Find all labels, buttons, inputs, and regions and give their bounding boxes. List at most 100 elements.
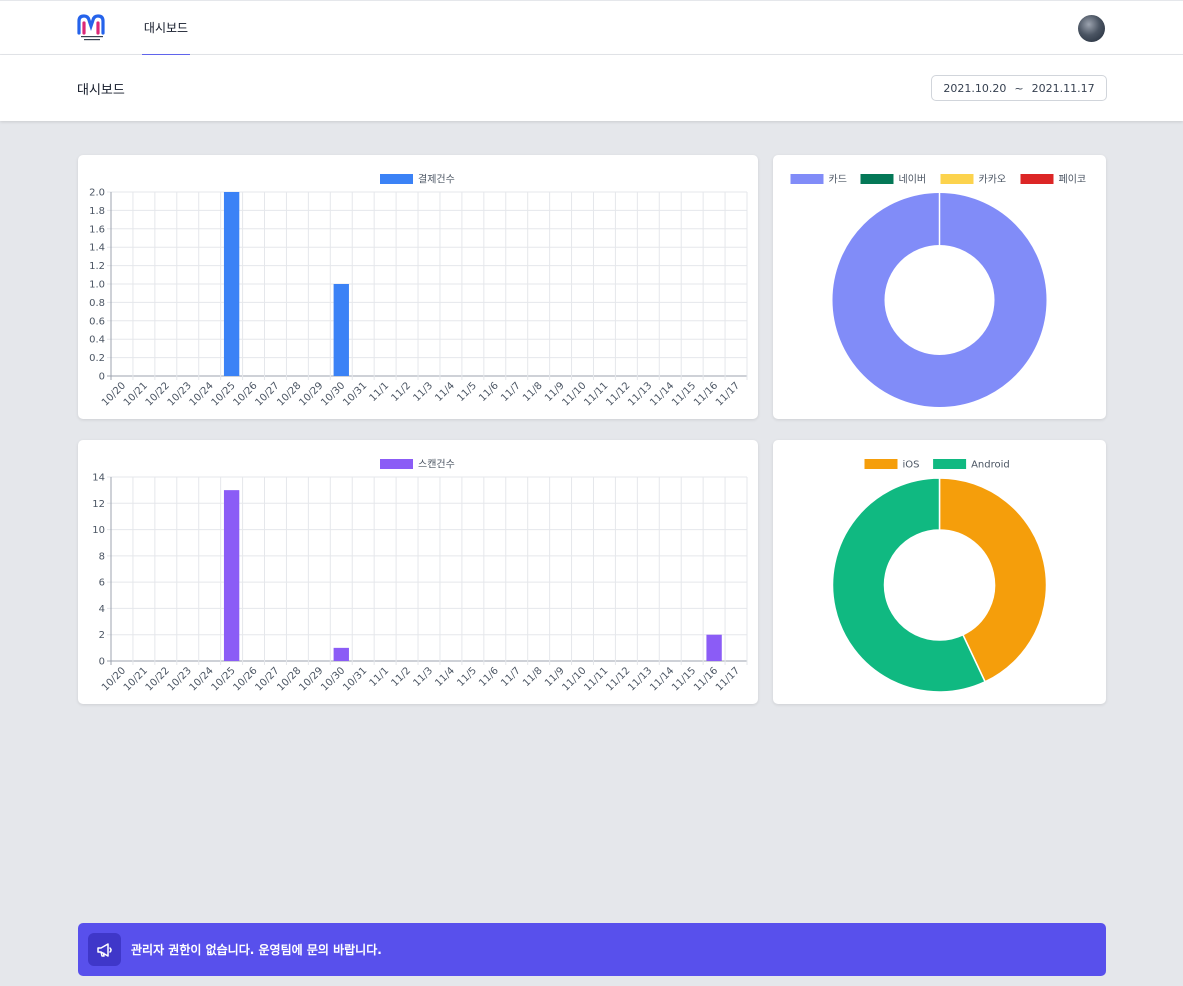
x-tick-label: 10/30 <box>319 380 347 408</box>
x-tick-label: 10/27 <box>253 665 281 693</box>
x-tick-label: 11/17 <box>714 665 742 693</box>
bar <box>223 490 240 661</box>
x-tick-label: 10/23 <box>166 380 194 408</box>
x-tick-label: 11/8 <box>521 380 545 404</box>
x-tick-label: 11/5 <box>455 380 479 404</box>
x-tick-label: 10/23 <box>166 665 194 693</box>
user-avatar-icon[interactable] <box>1078 15 1105 42</box>
x-tick-label: 11/1 <box>368 380 392 404</box>
x-tick-label: 10/25 <box>210 665 238 693</box>
y-tick-label: 0 <box>99 372 105 383</box>
x-tick-label: 10/28 <box>275 665 303 693</box>
x-tick-label: 11/17 <box>714 380 742 408</box>
y-tick-label: 1.0 <box>89 280 105 291</box>
x-tick-label: 10/26 <box>232 380 260 408</box>
y-tick-label: 12 <box>92 499 105 510</box>
bar <box>706 634 722 661</box>
legend-item: 결제건수 <box>380 174 455 186</box>
x-tick-label: 11/2 <box>390 665 414 689</box>
museum-logo-icon[interactable] <box>76 12 110 44</box>
x-tick-label: 11/8 <box>521 665 545 689</box>
x-tick-label: 11/2 <box>390 380 414 404</box>
x-tick-label: 10/26 <box>232 665 260 693</box>
x-tick-label: 11/4 <box>433 380 457 404</box>
date-end: 2021.11.17 <box>1031 81 1095 95</box>
y-tick-label: 1.6 <box>89 224 105 235</box>
nav-tab-dashboard[interactable]: 대시보드 <box>142 1 190 56</box>
x-tick-label: 11/15 <box>670 380 698 408</box>
legend-swatch <box>380 174 413 184</box>
x-tick-label: 11/13 <box>626 380 654 408</box>
x-tick-label: 11/12 <box>604 380 632 408</box>
legend-label: 카드 <box>829 174 847 186</box>
y-tick-label: 0.6 <box>89 316 105 327</box>
payment-count-chart: 결제건수 0 0.2 0.4 0.6 0.8 1.0 1.2 1.4 1.6 1.8 2.0 10/20… <box>89 174 748 409</box>
date-start: 2021.10.20 <box>943 81 1007 95</box>
x-tick-label: 11/3 <box>411 380 435 404</box>
legend-label: iOS <box>903 460 920 471</box>
x-tick-label: 11/11 <box>582 665 610 693</box>
legend-item: 네이버 <box>860 174 927 186</box>
payment-method-chart: 카드 네이버 카카오 페이코 <box>790 174 1087 407</box>
x-tick-label: 11/5 <box>455 665 479 689</box>
bar <box>333 647 349 661</box>
x-tick-label: 10/29 <box>297 380 325 408</box>
legend-label: 카카오 <box>979 174 1007 186</box>
scan-count-chart: 스캔건수 0 2 4 6 8 10 12 14 10/2010/2110/2210/2310/24… <box>92 459 748 694</box>
legend-item: Android <box>933 459 1010 471</box>
y-tick-label: 1.4 <box>89 243 105 254</box>
x-tick-label: 11/14 <box>648 380 676 408</box>
x-tick-label: 11/4 <box>433 665 457 689</box>
x-tick-label: 11/3 <box>411 665 435 689</box>
y-tick-label: 2.0 <box>89 188 105 199</box>
os-share-card: iOS Android <box>773 440 1106 704</box>
os-share-chart: iOS Android <box>831 459 1048 693</box>
x-tick-label: 10/28 <box>275 380 303 408</box>
legend-swatch <box>380 459 413 469</box>
date-separator: ~ <box>1014 81 1024 95</box>
x-tick-label: 11/7 <box>499 665 523 689</box>
x-tick-label: 10/25 <box>210 380 238 408</box>
top-navigation: 대시보드 <box>0 0 1183 56</box>
scan-count-card: 스캔건수 0 2 4 6 8 10 12 14 10/20 10/21 10/22 10/23 10/24… <box>78 440 758 704</box>
legend-swatch <box>1020 174 1054 184</box>
megaphone-icon <box>88 933 121 966</box>
y-tick-label: 0.4 <box>89 335 105 346</box>
x-tick-label: 11/12 <box>604 665 632 693</box>
x-tick-label: 10/27 <box>253 380 281 408</box>
x-tick-label: 11/10 <box>560 665 588 693</box>
legend-label: 네이버 <box>899 174 927 186</box>
legend-item: 스캔건수 <box>380 459 455 471</box>
x-tick-label: 11/13 <box>626 665 654 693</box>
date-range-picker[interactable]: 2021.10.20 ~ 2021.11.17 <box>931 75 1107 101</box>
legend-swatch <box>860 174 894 184</box>
x-tick-label: 10/21 <box>122 380 150 408</box>
x-tick-label: 11/11 <box>582 380 610 408</box>
x-tick-label: 11/1 <box>368 665 392 689</box>
x-tick-label: 11/10 <box>560 380 588 408</box>
legend-label: 페이코 <box>1059 174 1087 186</box>
legend-item: iOS <box>864 459 920 471</box>
x-tick-label: 10/31 <box>341 380 369 408</box>
y-tick-label: 1.2 <box>89 261 105 272</box>
x-tick-label: 10/31 <box>341 665 369 693</box>
x-tick-label: 11/16 <box>692 380 720 408</box>
y-tick-label: 0 <box>99 657 105 668</box>
x-tick-label: 11/6 <box>477 380 501 404</box>
payment-count-card: 결제건수 0 0.2 0.4 0.6 0.8 1.0 1.2 1.4 1.6 1.8 2.0 10/20… <box>78 155 758 419</box>
page-header: 대시보드 2021.10.20 ~ 2021.11.17 <box>0 55 1183 121</box>
x-tick-label: 11/6 <box>477 665 501 689</box>
x-tick-label: 10/22 <box>144 665 172 693</box>
legend-swatch <box>940 174 974 184</box>
x-tick-label: 10/22 <box>144 380 172 408</box>
legend-item: 페이코 <box>1020 174 1087 186</box>
x-tick-label: 10/29 <box>297 665 325 693</box>
x-tick-label: 10/21 <box>122 665 150 693</box>
x-tick-label: 11/15 <box>670 665 698 693</box>
legend-swatch <box>864 459 898 469</box>
y-tick-label: 0.8 <box>89 298 105 309</box>
y-tick-label: 0.2 <box>89 353 105 364</box>
y-tick-label: 6 <box>99 578 105 589</box>
y-tick-label: 4 <box>99 604 105 615</box>
x-tick-label: 11/7 <box>499 380 523 404</box>
